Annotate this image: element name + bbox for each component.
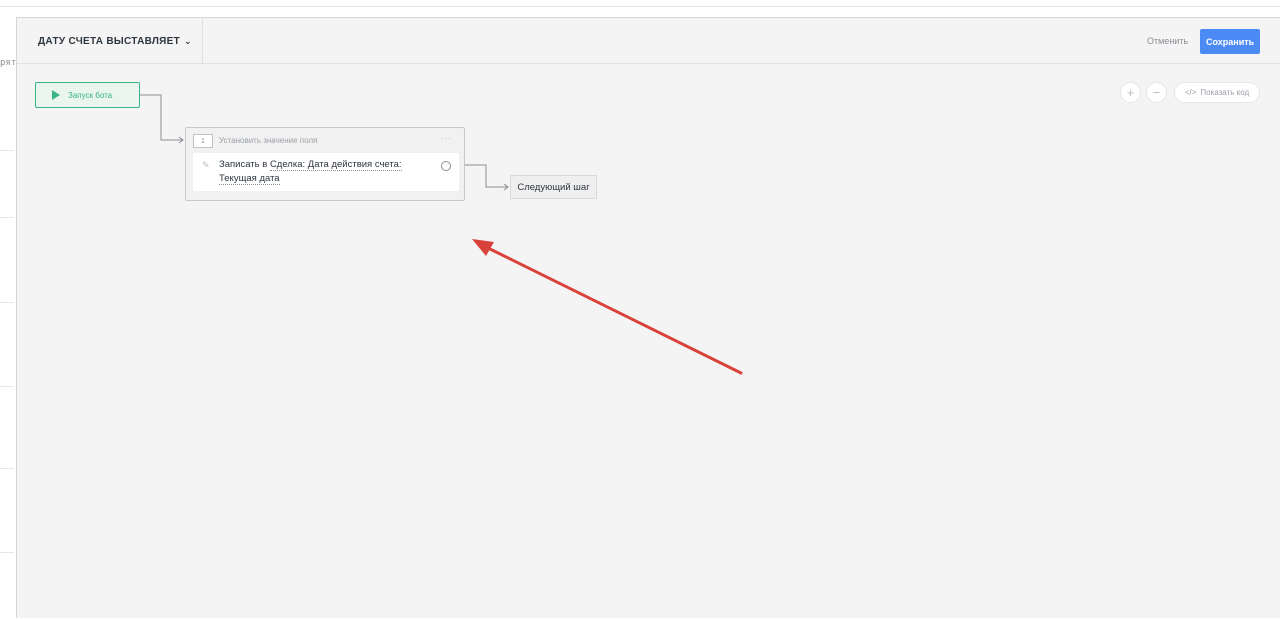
start-node-label: Запуск бота [68,90,113,100]
plus-icon: + [1126,85,1135,100]
bot-title-dropdown[interactable]: ДАТУ СЧЕТА ВЫСТАВЛЯЕТ ⌄ [17,18,203,64]
code-icon: </> [1184,88,1197,97]
cancel-button[interactable]: Отменить [1145,32,1190,50]
save-button[interactable]: Сохранить [1200,29,1260,54]
background-row-line [0,552,14,553]
chevron-down-icon: ⌄ [184,35,192,46]
flow-connectors [140,94,509,191]
editor-header: ДАТУ СЧЕТА ВЫСТАВЛЯЕТ ⌄ Отменить Сохрани… [17,18,1280,64]
next-step-node[interactable]: Следующий шаг [510,175,597,199]
action-value-link[interactable]: Текущая дата [219,173,280,185]
background-row-line [0,302,14,303]
show-code-label: Показать код [1200,88,1250,97]
connector-arrowhead [503,183,509,191]
step-action-text: Записать в Сделка: Дата действия счета: … [219,158,419,186]
pencil-icon: ✎ [202,160,210,170]
play-icon [52,90,60,100]
background-divider [0,6,1280,7]
bot-editor-modal: ДАТУ СЧЕТА ВЫСТАВЛЯЕТ ⌄ Отменить Сохрани… [16,17,1280,618]
step-action-row[interactable]: ✎ Записать в Сделка: Дата действия счета… [193,153,459,191]
start-bot-node[interactable]: Запуск бота [35,82,140,108]
minus-icon: − [1152,85,1161,100]
connector-arrowhead [178,136,184,144]
background-row-line [0,150,14,151]
background-row-line [0,386,14,387]
background-row-line [0,217,14,218]
step-title: Установить значение поля [219,136,318,145]
step-number: 1 [193,134,213,148]
background-text-fragment: рят [0,58,17,68]
zoom-out-button[interactable]: − [1146,82,1167,103]
show-code-button[interactable]: </> Показать код [1174,82,1260,103]
action-prefix: Записать в [219,159,270,170]
action-field-link[interactable]: Сделка: Дата действия счета: [269,159,402,171]
output-port-handle[interactable] [441,161,451,171]
set-field-step-node[interactable]: 1 Установить значение поля ··· ✎ Записат… [185,127,465,201]
background-row-line [0,468,14,469]
more-options-icon[interactable]: ··· [440,133,452,143]
zoom-in-button[interactable]: + [1120,82,1141,103]
connector-start-to-step [140,94,183,141]
bot-title-text: ДАТУ СЧЕТА ВЫСТАВЛЯЕТ [38,35,181,47]
